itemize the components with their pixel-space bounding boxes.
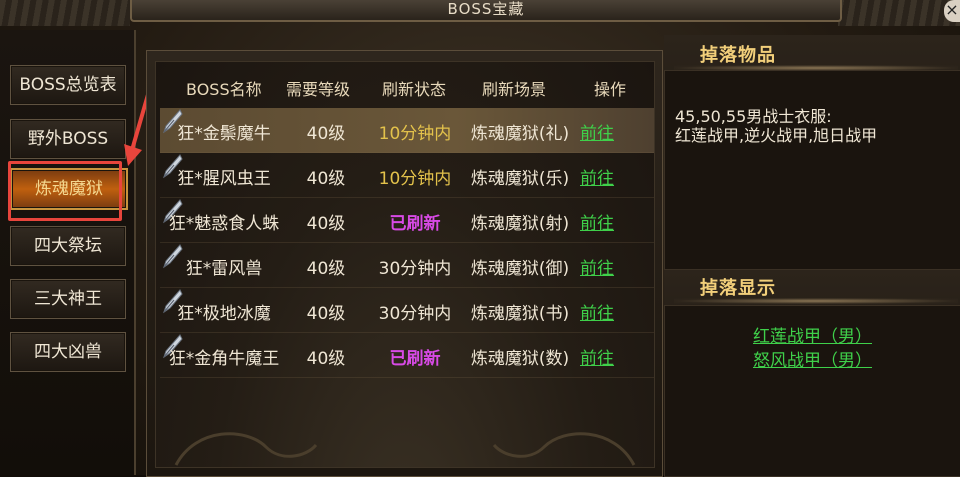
goto-link[interactable]: 前往 xyxy=(580,344,614,369)
boss-name: 狂*金鬃魔牛 xyxy=(177,124,271,144)
boss-level: 40级 xyxy=(306,169,346,189)
refresh-status: 10分钟内 xyxy=(378,124,452,144)
header-refresh-scene: 刷新场景 xyxy=(482,80,547,99)
goto-link[interactable]: 前往 xyxy=(580,119,614,144)
header-level: 需要等级 xyxy=(286,80,351,99)
refresh-scene: 炼魂魔狱(礼) xyxy=(470,124,570,144)
refresh-scene: 炼魂魔狱(御) xyxy=(470,259,570,279)
sidebar-item-four-beasts[interactable]: 四大凶兽 xyxy=(10,332,126,372)
refresh-status: 10分钟内 xyxy=(378,169,452,189)
table-row[interactable]: 狂*魅惑食人蛛 40级 已刷新 炼魂魔狱(射) 前往 xyxy=(160,198,654,243)
table-row[interactable]: 狂*腥风虫王 40级 10分钟内 炼魂魔狱(乐) 前往 xyxy=(160,153,654,198)
refresh-scene: 炼魂魔狱(乐) xyxy=(470,169,570,189)
drop-items-title: 掉落物品 xyxy=(700,45,776,66)
boss-level: 40级 xyxy=(306,259,346,279)
annotation-highlight-box xyxy=(8,161,122,221)
sidebar-item-field-boss[interactable]: 野外BOSS xyxy=(10,119,126,159)
header-boss-name: BOSS名称 xyxy=(186,80,262,99)
drop-display-box: 红莲战甲（男） 怒风战甲（男） xyxy=(664,305,960,477)
refresh-status: 已刷新 xyxy=(389,349,441,369)
corner-ornament-left xyxy=(0,0,130,26)
goto-link[interactable]: 前往 xyxy=(580,209,614,234)
goto-link[interactable]: 前往 xyxy=(580,254,614,279)
goto-link[interactable]: 前往 xyxy=(580,299,614,324)
table-header: BOSS名称 需要等级 刷新状态 刷新场景 操作 xyxy=(156,76,654,99)
header-refresh-status: 刷新状态 xyxy=(382,80,447,99)
sidebar-item-three-gods[interactable]: 三大神王 xyxy=(10,279,126,319)
refresh-scene: 炼魂魔狱(书) xyxy=(470,304,570,324)
boss-name: 狂*腥风虫王 xyxy=(177,169,271,189)
table-row[interactable]: 狂*金角牛魔王 40级 已刷新 炼魂魔狱(数) 前往 xyxy=(160,333,654,378)
boss-table-rows: 狂*金鬃魔牛 40级 10分钟内 炼魂魔狱(礼) 前往 狂*腥风虫王 40级 1… xyxy=(160,108,654,378)
boss-level: 40级 xyxy=(306,304,346,324)
refresh-scene: 炼魂魔狱(数) xyxy=(470,349,570,369)
boss-name: 狂*极地冰魔 xyxy=(177,304,271,324)
decorative-swirl xyxy=(174,432,636,466)
table-row[interactable]: 狂*雷风兽 40级 30分钟内 炼魂魔狱(御) 前往 xyxy=(160,243,654,288)
table-row[interactable]: 狂*极地冰魔 40级 30分钟内 炼魂魔狱(书) 前往 xyxy=(160,288,654,333)
boss-name: 狂*魅惑食人蛛 xyxy=(168,214,280,234)
drop-items-box: 45,50,55男战士衣服: 红莲战甲,逆火战甲,旭日战甲 xyxy=(664,70,960,270)
close-icon[interactable]: × xyxy=(944,0,960,22)
sidebar-item-four-altars[interactable]: 四大祭坛 xyxy=(10,226,126,266)
table-row[interactable]: 狂*金鬃魔牛 40级 10分钟内 炼魂魔狱(礼) 前往 xyxy=(160,108,654,153)
drop-items-text: 45,50,55男战士衣服: 红莲战甲,逆火战甲,旭日战甲 xyxy=(675,107,878,145)
boss-list-panel: BOSS名称 需要等级 刷新状态 刷新场景 操作 狂*金鬃魔牛 40级 10分钟… xyxy=(146,50,663,477)
boss-name: 狂*金角牛魔王 xyxy=(168,349,280,369)
refresh-status: 30分钟内 xyxy=(378,304,452,324)
goto-link[interactable]: 前往 xyxy=(580,164,614,189)
boss-name: 狂*雷风兽 xyxy=(185,259,263,279)
refresh-status: 30分钟内 xyxy=(378,259,452,279)
title-divider xyxy=(674,298,958,304)
sidebar-item-boss-overview[interactable]: BOSS总览表 xyxy=(10,65,126,105)
refresh-scene: 炼魂魔狱(射) xyxy=(470,214,570,234)
corner-ornament-right xyxy=(838,0,960,26)
boss-level: 40级 xyxy=(306,349,346,369)
drop-item-link[interactable]: 怒风战甲（男） xyxy=(753,346,872,371)
boss-level: 40级 xyxy=(306,214,346,234)
refresh-status: 已刷新 xyxy=(389,214,441,234)
boss-level: 40级 xyxy=(306,124,346,144)
window-title: BOSS宝藏 xyxy=(130,0,842,22)
drop-item-link[interactable]: 红莲战甲（男） xyxy=(753,322,872,347)
header-action: 操作 xyxy=(594,80,627,99)
drop-display-title: 掉落显示 xyxy=(700,278,776,299)
